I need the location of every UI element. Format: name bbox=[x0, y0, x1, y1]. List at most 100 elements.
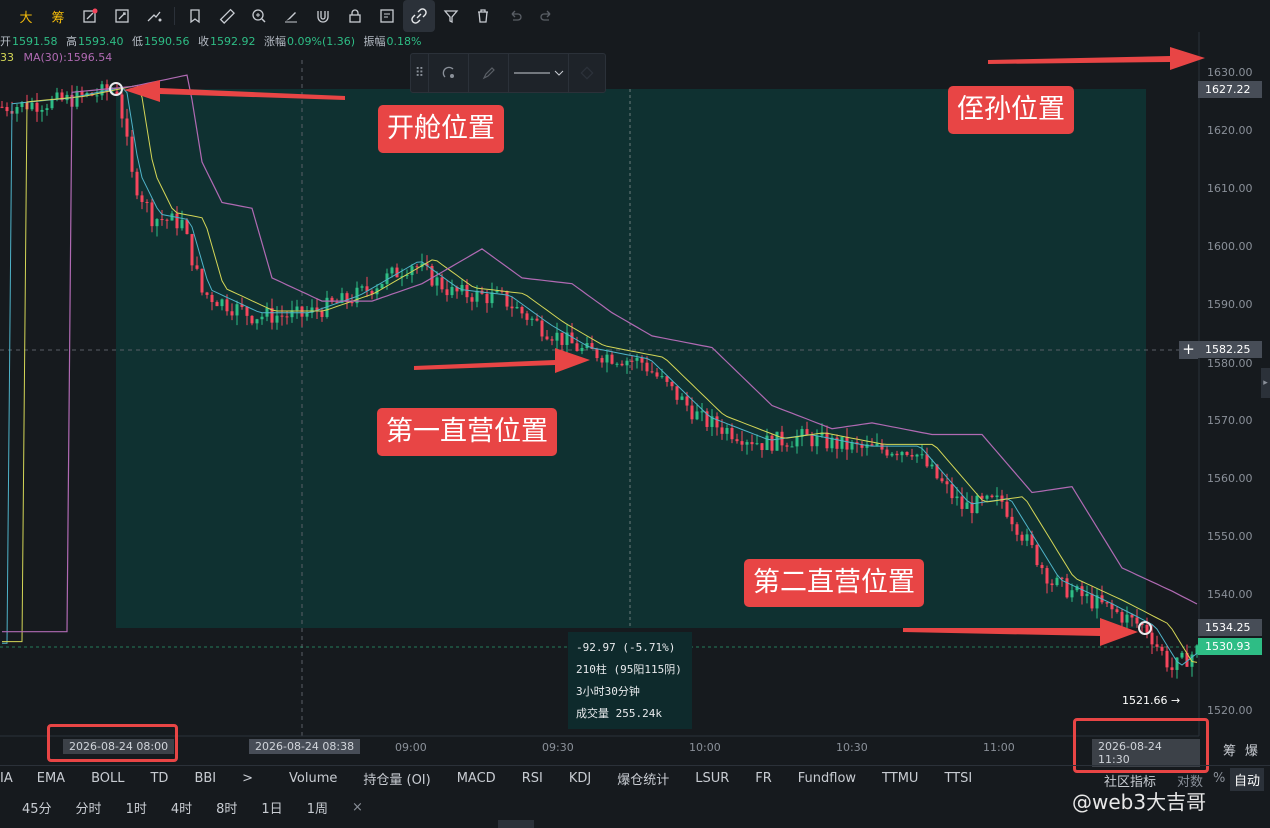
timeframe-tick[interactable]: 分时 bbox=[76, 798, 102, 817]
candle-body bbox=[635, 357, 639, 361]
indicator-rsi[interactable]: RSI bbox=[522, 771, 543, 786]
indicator-fr[interactable]: FR bbox=[755, 771, 772, 786]
candle-body bbox=[215, 302, 219, 307]
candle-body bbox=[990, 495, 994, 498]
candle-body bbox=[545, 336, 549, 340]
candle-body bbox=[1025, 534, 1029, 541]
collapse-handle-icon[interactable]: ▸ bbox=[1261, 368, 1270, 398]
indicator-oi[interactable]: 持仓量 (OI) bbox=[363, 769, 430, 788]
timeframe-45m[interactable]: 45分 bbox=[22, 798, 52, 817]
annotation-second-tp: 第二直营位置 bbox=[744, 559, 924, 607]
percent-scale-button[interactable]: % bbox=[1213, 771, 1225, 786]
annotation-open-position: 开舱位置 bbox=[378, 105, 504, 153]
highlight-box-start bbox=[47, 724, 178, 762]
pencil-color-icon[interactable] bbox=[469, 53, 509, 93]
candle-body bbox=[1160, 646, 1164, 651]
candle-body bbox=[955, 496, 959, 499]
candle-body bbox=[750, 442, 754, 445]
indicator-liquidation[interactable]: 爆仓统计 bbox=[617, 769, 669, 788]
candle-body bbox=[510, 306, 514, 309]
candle-body bbox=[0, 106, 4, 108]
price-label: 1620.00 bbox=[1207, 124, 1253, 137]
indicator-kdj[interactable]: KDJ bbox=[569, 771, 591, 786]
liquidation-toggle[interactable]: 爆 bbox=[1245, 740, 1258, 759]
candle-body bbox=[255, 319, 259, 324]
candle-body bbox=[795, 436, 799, 447]
indicator-ttsi[interactable]: TTSI bbox=[944, 771, 972, 786]
time-axis[interactable]: 2026-08-24 08:00 2026-08-24 08:38 09:00 … bbox=[0, 736, 1258, 767]
candle-body bbox=[890, 453, 894, 456]
candle-body bbox=[460, 284, 464, 292]
fill-color-icon[interactable] bbox=[569, 53, 605, 93]
crosshair-plus-icon[interactable]: + bbox=[1179, 341, 1198, 359]
low-price-marker: 1521.66 → bbox=[1122, 694, 1180, 707]
candle-body bbox=[275, 315, 279, 323]
candle-body bbox=[1125, 614, 1129, 623]
candle-body bbox=[755, 443, 759, 445]
drag-handle-icon[interactable]: ⠿ bbox=[411, 53, 429, 93]
candle-body bbox=[390, 267, 394, 274]
annotation-stop-position: 侄孙位置 bbox=[948, 86, 1074, 134]
drawing-floating-toolbar: ⠿ bbox=[410, 53, 606, 93]
indicator-macd[interactable]: MACD bbox=[457, 771, 496, 786]
timeframe-4h[interactable]: 4时 bbox=[171, 798, 192, 817]
candle-body bbox=[1050, 583, 1054, 586]
candle-body bbox=[805, 429, 809, 436]
candle-body bbox=[125, 118, 129, 137]
candle-body bbox=[675, 386, 679, 400]
candle-body bbox=[465, 284, 469, 298]
candle-body bbox=[1055, 577, 1059, 586]
candle-body bbox=[700, 411, 704, 413]
candle-body bbox=[245, 306, 249, 316]
candle-body bbox=[1165, 650, 1169, 668]
indicator-bbi[interactable]: BBI bbox=[194, 771, 216, 786]
candle-body bbox=[1035, 545, 1039, 566]
candle-body bbox=[520, 306, 524, 314]
bottom-expand-handle[interactable] bbox=[498, 820, 534, 828]
candle-body bbox=[550, 339, 554, 341]
candle-body bbox=[1010, 516, 1014, 525]
indicator-td[interactable]: TD bbox=[150, 771, 168, 786]
auto-scale-button[interactable]: 自动 bbox=[1230, 768, 1265, 791]
timeframe-close-icon[interactable]: × bbox=[352, 800, 363, 815]
timeframe-8h[interactable]: 8时 bbox=[216, 798, 237, 817]
timeframe-1w[interactable]: 1周 bbox=[307, 798, 328, 817]
candle-body bbox=[380, 283, 384, 289]
indicator-ttmu[interactable]: TTMU bbox=[882, 771, 918, 786]
template-icon[interactable] bbox=[429, 53, 469, 93]
candle-body bbox=[150, 202, 154, 227]
candle-body bbox=[840, 436, 844, 449]
candle-body bbox=[220, 299, 224, 307]
indicator-ma[interactable]: IA bbox=[0, 771, 13, 786]
candle-body bbox=[415, 266, 419, 268]
indicator-more[interactable]: > bbox=[242, 771, 253, 786]
price-tag-crosshair: 1582.25 bbox=[1198, 341, 1262, 358]
candle-body bbox=[130, 136, 134, 172]
time-label: 11:00 bbox=[983, 741, 1015, 754]
indicator-boll[interactable]: BOLL bbox=[91, 771, 124, 786]
candle-body bbox=[1155, 644, 1159, 647]
candle-body bbox=[470, 297, 474, 302]
candle-body bbox=[870, 444, 874, 446]
candle-body bbox=[595, 348, 599, 359]
candle-body bbox=[525, 313, 529, 320]
timeframe-1d[interactable]: 1日 bbox=[261, 798, 282, 817]
candle-body bbox=[320, 311, 324, 317]
timeframe-1h[interactable]: 1时 bbox=[126, 798, 147, 817]
price-label: 1570.00 bbox=[1207, 414, 1253, 427]
chips-toggle[interactable]: 筹 bbox=[1223, 740, 1236, 759]
candle-body bbox=[230, 311, 234, 316]
candle-body bbox=[1085, 593, 1089, 597]
candle-body bbox=[785, 445, 789, 447]
candle-body bbox=[360, 286, 364, 288]
indicator-fundflow[interactable]: Fundflow bbox=[798, 771, 856, 786]
candle-body bbox=[1000, 495, 1004, 502]
arrow-stop bbox=[988, 47, 1205, 70]
indicator-ema[interactable]: EMA bbox=[37, 771, 65, 786]
indicator-volume[interactable]: Volume bbox=[289, 771, 337, 786]
indicator-lsur[interactable]: LSUR bbox=[695, 771, 729, 786]
line-style-select[interactable] bbox=[509, 53, 569, 93]
candle-body bbox=[235, 304, 239, 316]
candle-body bbox=[720, 427, 724, 434]
candle-body bbox=[1070, 590, 1074, 598]
